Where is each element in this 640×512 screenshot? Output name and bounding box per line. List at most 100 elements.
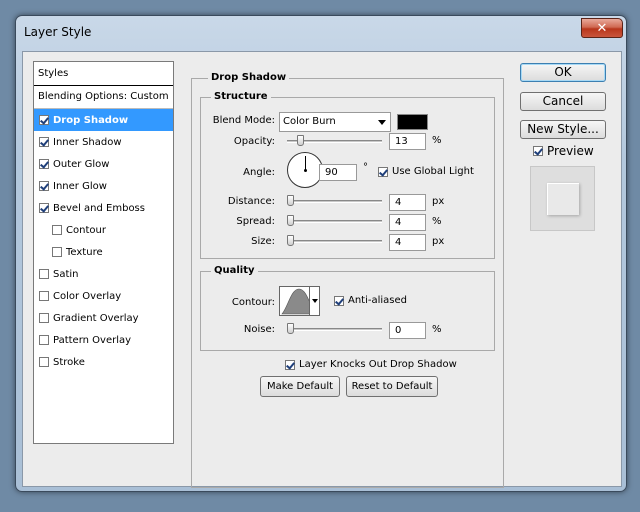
make-default-button[interactable]: Make Default	[260, 376, 340, 397]
style-item-label: Inner Glow	[53, 180, 107, 192]
style-item-outer-glow[interactable]: Outer Glow	[34, 153, 173, 175]
use-global-light-label: Use Global Light	[392, 166, 474, 177]
contour-label: Contour:	[231, 297, 275, 308]
style-item-inner-shadow[interactable]: Inner Shadow	[34, 131, 173, 153]
cancel-button[interactable]: Cancel	[520, 92, 606, 111]
blend-mode-select[interactable]: Color Burn	[279, 112, 391, 132]
style-item-checkbox[interactable]	[52, 247, 62, 257]
use-global-light-row[interactable]: Use Global Light	[378, 166, 474, 177]
style-item-label: Color Overlay	[53, 290, 122, 302]
close-icon: ✕	[596, 20, 608, 36]
quality-group: Quality Contour: Anti-aliased Noise: 0 %	[200, 265, 495, 351]
style-item-color-overlay[interactable]: Color Overlay	[34, 285, 173, 307]
angle-center	[304, 169, 307, 172]
styles-list: Styles Blending Options: Custom Drop Sha…	[33, 61, 174, 444]
size-slider-handle[interactable]	[287, 235, 294, 246]
opacity-slider-handle[interactable]	[297, 135, 304, 146]
anti-aliased-checkbox[interactable]	[334, 295, 344, 306]
angle-unit: °	[363, 162, 368, 173]
structure-group: Structure Blend Mode: Color Burn Opacity…	[200, 91, 495, 259]
opacity-input[interactable]: 13	[389, 133, 426, 150]
chevron-down-icon	[312, 299, 318, 303]
style-item-checkbox[interactable]	[39, 313, 49, 323]
preview-checkbox[interactable]	[533, 146, 543, 156]
style-item-label: Bevel and Emboss	[53, 202, 145, 214]
style-item-checkbox[interactable]	[52, 225, 62, 235]
style-item-drop-shadow[interactable]: Drop Shadow	[34, 109, 173, 131]
style-item-bevel-and-emboss[interactable]: Bevel and Emboss	[34, 197, 173, 219]
size-unit: px	[432, 236, 445, 247]
style-item-label: Inner Shadow	[53, 136, 122, 148]
spread-slider[interactable]	[287, 220, 382, 223]
noise-slider-handle[interactable]	[287, 323, 294, 334]
style-item-inner-glow[interactable]: Inner Glow	[34, 175, 173, 197]
distance-slider-handle[interactable]	[287, 195, 294, 206]
ok-button[interactable]: OK	[520, 63, 606, 82]
knocks-out-checkbox[interactable]	[285, 359, 295, 370]
layer-style-window: Layer Style ✕ Styles Blending Options: C…	[15, 15, 627, 492]
style-item-label: Pattern Overlay	[53, 334, 132, 346]
style-item-checkbox[interactable]	[39, 115, 49, 125]
use-global-light-checkbox[interactable]	[378, 166, 388, 177]
size-slider[interactable]	[287, 240, 382, 243]
preview-row[interactable]: Preview	[533, 144, 594, 158]
style-item-label: Texture	[66, 246, 103, 258]
drop-shadow-group: Drop Shadow Structure Blend Mode: Color …	[191, 72, 504, 488]
style-item-checkbox[interactable]	[39, 357, 49, 367]
blending-options-item[interactable]: Blending Options: Custom	[34, 86, 173, 109]
size-input[interactable]: 4	[389, 234, 426, 251]
spread-slider-handle[interactable]	[287, 215, 294, 226]
style-item-checkbox[interactable]	[39, 181, 49, 191]
anti-aliased-label: Anti-aliased	[348, 295, 408, 306]
style-preview-thumbnail	[547, 183, 579, 215]
dialog-body: Styles Blending Options: Custom Drop Sha…	[22, 51, 622, 488]
reset-default-button[interactable]: Reset to Default	[346, 376, 438, 397]
noise-label: Noise:	[243, 324, 275, 335]
knocks-out-label: Layer Knocks Out Drop Shadow	[299, 359, 457, 370]
shadow-color-swatch[interactable]	[397, 114, 428, 130]
size-label: Size:	[251, 236, 275, 247]
close-button[interactable]: ✕	[581, 18, 623, 38]
style-item-label: Gradient Overlay	[53, 312, 139, 324]
style-item-checkbox[interactable]	[39, 137, 49, 147]
chevron-down-icon	[378, 120, 386, 125]
structure-title: Structure	[211, 91, 271, 102]
contour-dropdown[interactable]	[309, 286, 320, 316]
angle-label: Angle:	[243, 167, 275, 178]
new-style-button[interactable]: New Style...	[520, 120, 606, 139]
angle-dial[interactable]	[287, 152, 323, 188]
style-item-stroke[interactable]: Stroke	[34, 351, 173, 373]
distance-label: Distance:	[227, 196, 275, 207]
opacity-unit: %	[432, 135, 442, 146]
style-item-checkbox[interactable]	[39, 291, 49, 301]
angle-input[interactable]: 90	[319, 164, 357, 181]
distance-input[interactable]: 4	[389, 194, 426, 211]
quality-title: Quality	[211, 265, 258, 276]
spread-unit: %	[432, 216, 442, 227]
style-item-checkbox[interactable]	[39, 159, 49, 169]
style-item-gradient-overlay[interactable]: Gradient Overlay	[34, 307, 173, 329]
style-item-label: Drop Shadow	[53, 114, 129, 126]
noise-input[interactable]: 0	[389, 322, 426, 339]
style-item-checkbox[interactable]	[39, 335, 49, 345]
distance-slider[interactable]	[287, 200, 382, 203]
drop-shadow-title: Drop Shadow	[208, 72, 290, 83]
blend-mode-value: Color Burn	[283, 116, 336, 127]
noise-slider[interactable]	[287, 328, 382, 331]
style-item-satin[interactable]: Satin	[34, 263, 173, 285]
styles-header[interactable]: Styles	[34, 62, 173, 86]
knocks-out-row[interactable]: Layer Knocks Out Drop Shadow	[285, 359, 457, 370]
style-item-pattern-overlay[interactable]: Pattern Overlay	[34, 329, 173, 351]
spread-input[interactable]: 4	[389, 214, 426, 231]
title-bar[interactable]: Layer Style ✕	[16, 16, 626, 50]
style-item-texture[interactable]: Texture	[34, 241, 173, 263]
opacity-label: Opacity:	[233, 136, 275, 147]
style-item-label: Stroke	[53, 356, 85, 368]
style-preview	[530, 166, 595, 231]
anti-aliased-row[interactable]: Anti-aliased	[334, 295, 407, 306]
style-item-checkbox[interactable]	[39, 203, 49, 213]
style-item-checkbox[interactable]	[39, 269, 49, 279]
distance-unit: px	[432, 196, 445, 207]
style-item-contour[interactable]: Contour	[34, 219, 173, 241]
spread-label: Spread:	[236, 216, 275, 227]
